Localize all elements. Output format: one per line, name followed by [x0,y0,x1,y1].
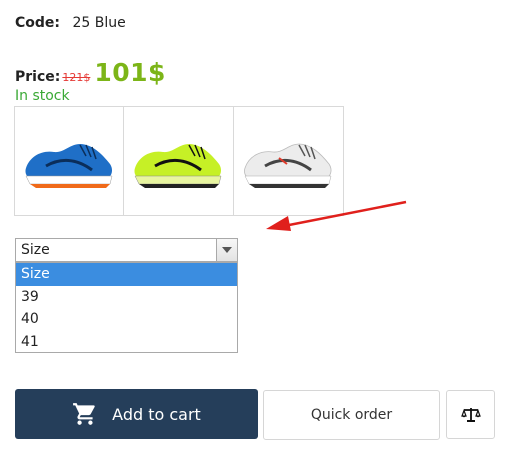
add-to-cart-label: Add to cart [112,404,201,424]
blue-sneaker-icon [25,144,113,188]
quick-order-button[interactable]: Quick order [263,390,440,440]
code-label: Code: [15,15,61,31]
thumbnail-blue[interactable] [15,107,125,215]
size-option-size[interactable]: Size [16,263,237,286]
size-dropdown-list: Size 39 40 41 [15,262,238,353]
add-to-cart-button[interactable]: Add to cart [15,389,258,439]
size-option-41[interactable]: 41 [16,331,237,354]
old-price: 121$ [62,71,91,84]
thumbnail-lime[interactable] [124,107,234,215]
chevron-down-icon[interactable] [216,239,237,261]
white-sneaker-icon [244,143,332,188]
annotation-arrow-icon [266,200,407,231]
lime-sneaker-icon [134,144,222,188]
current-price: 101$ [94,58,166,87]
cart-icon [73,403,95,425]
product-price: Price: 121$ 101$ [15,58,166,87]
code-value: 25 Blue [72,15,126,31]
stock-status: In stock [15,88,70,104]
size-select-value: Size [21,242,50,258]
price-label: Price: [15,69,61,85]
size-select[interactable]: Size [15,238,238,262]
compare-button[interactable] [446,390,495,439]
size-option-39[interactable]: 39 [16,286,237,309]
scales-icon [460,407,481,422]
product-code: Code: 25 Blue [15,14,126,32]
size-option-40[interactable]: 40 [16,308,237,331]
